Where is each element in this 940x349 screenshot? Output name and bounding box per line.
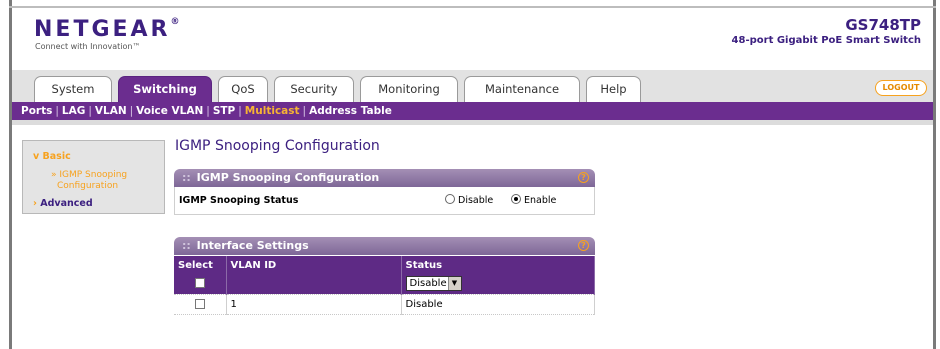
table-edit-row: Disable ▼ [174,274,595,295]
model-name: GS748TP [845,16,921,34]
radio-on-icon [511,194,521,204]
chevron-right-icon: › [33,198,37,209]
subnav-vlan[interactable]: VLAN [95,105,127,117]
tab-switching[interactable]: Switching [118,76,212,102]
status-cell: Disable [401,294,595,315]
netgear-logo: NETGEAR® [34,17,180,42]
tab-system[interactable]: System [34,76,112,102]
page-title: IGMP Snooping Configuration [175,138,380,154]
sub-navigation: Ports | LAG | VLAN | Voice VLAN | STP | Multicast |… [12,102,933,120]
help-icon[interactable]: ? [578,240,589,251]
menu-advanced[interactable]: › Advanced [33,198,93,209]
help-icon[interactable]: ? [578,172,589,183]
right-border [933,0,936,349]
tab-maintenance[interactable]: Maintenance [464,76,580,102]
igmp-panel-header: :: IGMP Snooping Configuration ? [174,169,595,187]
subnav-voice-vlan[interactable]: Voice VLAN [136,105,203,117]
menu-basic[interactable]: v Basic [33,151,71,162]
model-description: 48-port Gigabit PoE Smart Switch [731,35,921,46]
subnav-address-table[interactable]: Address Table [309,105,392,117]
interface-panel-header: :: Interface Settings ? [174,237,595,255]
subnav-stp[interactable]: STP [213,105,235,117]
table-row: 1 Disable [174,294,595,315]
left-menu: v Basic » IGMP Snooping Configuration › A… [22,140,165,214]
status-select[interactable]: Disable ▼ [405,276,462,292]
tab-help[interactable]: Help [586,76,641,102]
column-header-select: Select [174,256,227,274]
igmp-status-label: IGMP Snooping Status [179,195,299,206]
top-border [9,6,936,8]
disable-radio[interactable]: Disable [445,194,493,206]
dropdown-arrow-icon: ▼ [447,277,461,291]
column-header-status: Status [401,256,595,274]
row-checkbox[interactable] [194,298,205,309]
subnav-lag[interactable]: LAG [62,105,85,117]
tab-security[interactable]: Security [274,76,354,102]
radio-off-icon [445,194,455,204]
subnav-ports[interactable]: Ports [21,105,52,117]
column-header-vlan-id: VLAN ID [226,256,402,274]
left-border [9,0,12,349]
tagline: Connect with Innovation™ [35,42,141,51]
enable-radio[interactable]: Enable [511,194,556,206]
subnav-shadow [12,120,933,125]
vlan-id-cell: 1 [226,294,402,315]
tab-monitoring[interactable]: Monitoring [360,76,458,102]
subnav-multicast[interactable]: Multicast [245,105,300,117]
menu-igmp-snooping-configuration[interactable]: » IGMP Snooping Configuration [51,170,127,192]
chevron-down-icon: v [33,151,40,162]
interface-table: Select VLAN ID Status Disable ▼ 1 Disable [174,256,595,315]
igmp-status-row: IGMP Snooping Status Disable Enable [174,187,595,215]
select-all-checkbox[interactable] [194,278,205,289]
logout-button[interactable]: LOGOUT [875,80,927,96]
tab-qos[interactable]: QoS [218,76,268,102]
